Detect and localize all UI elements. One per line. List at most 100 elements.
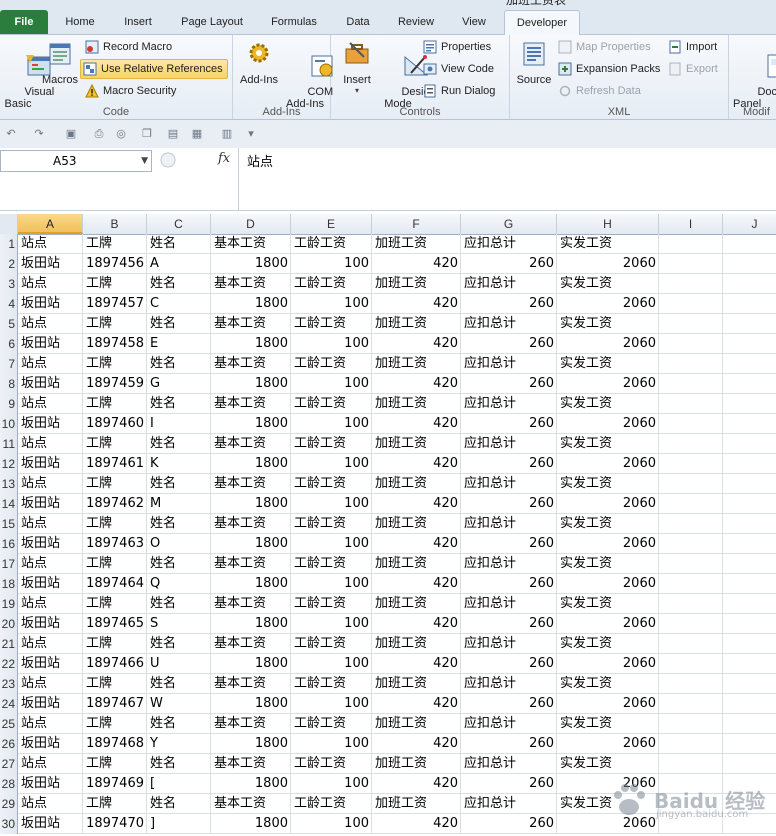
cell-base-salary[interactable]: 1800	[211, 454, 291, 474]
header-cell-station[interactable]: 站点	[18, 394, 83, 414]
empty-cell[interactable]	[723, 234, 776, 254]
header-cell-badge[interactable]: 工牌	[83, 274, 147, 294]
insert-control-button[interactable]: Insert ▾	[335, 39, 379, 96]
header-cell-name[interactable]: 姓名	[147, 554, 211, 574]
empty-cell[interactable]	[659, 374, 723, 394]
header-cell-base-salary[interactable]: 基本工资	[211, 794, 291, 814]
empty-cell[interactable]	[659, 614, 723, 634]
form-icon[interactable]: ▣	[64, 127, 78, 141]
cell-net-pay[interactable]: 2060	[557, 534, 659, 554]
sheet-icon[interactable]: ▥	[220, 127, 234, 141]
cell-base-salary[interactable]: 1800	[211, 334, 291, 354]
undo-icon[interactable]: ↶	[4, 127, 18, 141]
cell-seniority-pay[interactable]: 100	[291, 374, 372, 394]
header-cell-seniority-pay[interactable]: 工龄工资	[291, 274, 372, 294]
row-header[interactable]: 12	[0, 454, 18, 474]
row-header[interactable]: 29	[0, 794, 18, 814]
cell-overtime-pay[interactable]: 420	[372, 494, 461, 514]
empty-cell[interactable]	[723, 734, 776, 754]
header-cell-badge[interactable]: 工牌	[83, 354, 147, 374]
cell-base-salary[interactable]: 1800	[211, 694, 291, 714]
copy-icon[interactable]: ❐	[140, 127, 154, 141]
cell-badge[interactable]: 1897463	[83, 534, 147, 554]
column-header-e[interactable]: E	[291, 214, 372, 234]
cell-badge[interactable]: 1897464	[83, 574, 147, 594]
empty-cell[interactable]	[659, 314, 723, 334]
header-cell-station[interactable]: 站点	[18, 354, 83, 374]
header-cell-overtime-pay[interactable]: 加班工资	[372, 474, 461, 494]
cell-net-pay[interactable]: 2060	[557, 454, 659, 474]
cell-deduction-total[interactable]: 260	[461, 414, 557, 434]
header-cell-base-salary[interactable]: 基本工资	[211, 634, 291, 654]
cell-station[interactable]: 坂田站	[18, 494, 83, 514]
cell-base-salary[interactable]: 1800	[211, 254, 291, 274]
source-button[interactable]: Source	[514, 39, 554, 86]
header-cell-deduction-total[interactable]: 应扣总计	[461, 554, 557, 574]
cell-station[interactable]: 坂田站	[18, 814, 83, 834]
empty-cell[interactable]	[723, 434, 776, 454]
header-cell-name[interactable]: 姓名	[147, 634, 211, 654]
cell-seniority-pay[interactable]: 100	[291, 614, 372, 634]
empty-cell[interactable]	[659, 754, 723, 774]
cell-seniority-pay[interactable]: 100	[291, 694, 372, 714]
header-cell-seniority-pay[interactable]: 工龄工资	[291, 394, 372, 414]
row-header[interactable]: 18	[0, 574, 18, 594]
import-button[interactable]: Import	[666, 38, 717, 56]
cell-station[interactable]: 坂田站	[18, 334, 83, 354]
empty-cell[interactable]	[723, 514, 776, 534]
row-header[interactable]: 4	[0, 294, 18, 314]
tab-developer[interactable]: Developer	[504, 10, 580, 36]
empty-cell[interactable]	[723, 534, 776, 554]
tab-page-layout[interactable]: Page Layout	[170, 10, 254, 34]
header-cell-seniority-pay[interactable]: 工龄工资	[291, 754, 372, 774]
empty-cell[interactable]	[659, 494, 723, 514]
cell-station[interactable]: 坂田站	[18, 694, 83, 714]
header-cell-deduction-total[interactable]: 应扣总计	[461, 754, 557, 774]
empty-cell[interactable]	[659, 654, 723, 674]
header-cell-net-pay[interactable]: 实发工资	[557, 274, 659, 294]
header-cell-base-salary[interactable]: 基本工资	[211, 234, 291, 254]
cell-net-pay[interactable]: 2060	[557, 574, 659, 594]
cell-seniority-pay[interactable]: 100	[291, 454, 372, 474]
cell-badge[interactable]: 1897456	[83, 254, 147, 274]
row-header[interactable]: 5	[0, 314, 18, 334]
header-cell-deduction-total[interactable]: 应扣总计	[461, 674, 557, 694]
cell-badge[interactable]: 1897465	[83, 614, 147, 634]
empty-cell[interactable]	[723, 314, 776, 334]
header-cell-overtime-pay[interactable]: 加班工资	[372, 354, 461, 374]
row-header[interactable]: 23	[0, 674, 18, 694]
header-cell-station[interactable]: 站点	[18, 314, 83, 334]
cell-overtime-pay[interactable]: 420	[372, 694, 461, 714]
header-cell-overtime-pay[interactable]: 加班工资	[372, 434, 461, 454]
empty-cell[interactable]	[659, 514, 723, 534]
cell-name[interactable]: G	[147, 374, 211, 394]
cell-station[interactable]: 坂田站	[18, 294, 83, 314]
cell-base-salary[interactable]: 1800	[211, 414, 291, 434]
cell-overtime-pay[interactable]: 420	[372, 334, 461, 354]
row-header[interactable]: 27	[0, 754, 18, 774]
header-cell-name[interactable]: 姓名	[147, 794, 211, 814]
cell-base-salary[interactable]: 1800	[211, 734, 291, 754]
column-header-f[interactable]: F	[372, 214, 461, 234]
cell-deduction-total[interactable]: 260	[461, 294, 557, 314]
row-header[interactable]: 26	[0, 734, 18, 754]
column-header-i[interactable]: I	[659, 214, 723, 234]
cell-seniority-pay[interactable]: 100	[291, 334, 372, 354]
header-cell-badge[interactable]: 工牌	[83, 754, 147, 774]
insert-function-button[interactable]: fx	[218, 151, 230, 166]
cell-station[interactable]: 坂田站	[18, 654, 83, 674]
cell-net-pay[interactable]: 2060	[557, 414, 659, 434]
header-cell-overtime-pay[interactable]: 加班工资	[372, 714, 461, 734]
empty-cell[interactable]	[659, 394, 723, 414]
empty-cell[interactable]	[723, 414, 776, 434]
cell-station[interactable]: 坂田站	[18, 254, 83, 274]
column-header-c[interactable]: C	[147, 214, 211, 234]
cell-badge[interactable]: 1897467	[83, 694, 147, 714]
cell-name[interactable]: A	[147, 254, 211, 274]
header-cell-station[interactable]: 站点	[18, 594, 83, 614]
cell-deduction-total[interactable]: 260	[461, 494, 557, 514]
header-cell-net-pay[interactable]: 实发工资	[557, 674, 659, 694]
header-cell-seniority-pay[interactable]: 工龄工资	[291, 594, 372, 614]
empty-cell[interactable]	[723, 614, 776, 634]
header-cell-station[interactable]: 站点	[18, 634, 83, 654]
